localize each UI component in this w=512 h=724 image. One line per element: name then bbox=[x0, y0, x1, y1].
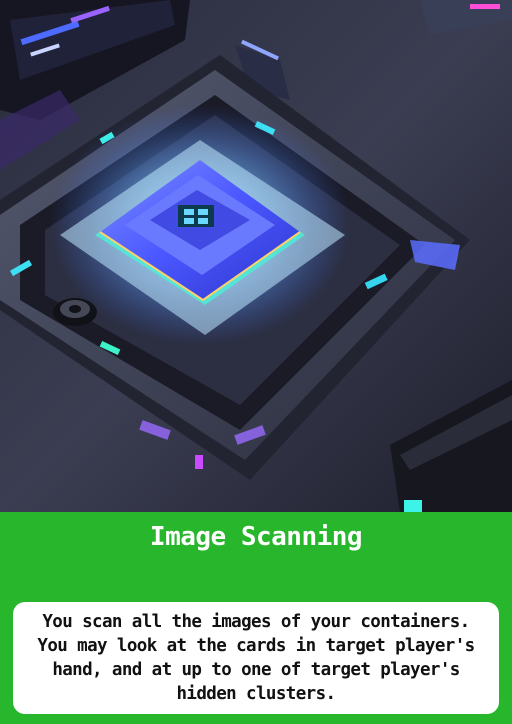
card[interactable]: Image Scanning You scan all the images o… bbox=[0, 0, 512, 724]
scanner-illustration bbox=[0, 0, 512, 512]
rules-text: You scan all the images of your containe… bbox=[37, 612, 475, 704]
card-artwork bbox=[0, 0, 512, 512]
card-title: Image Scanning bbox=[149, 522, 363, 552]
rules-text-box: You scan all the images of your containe… bbox=[13, 602, 499, 714]
